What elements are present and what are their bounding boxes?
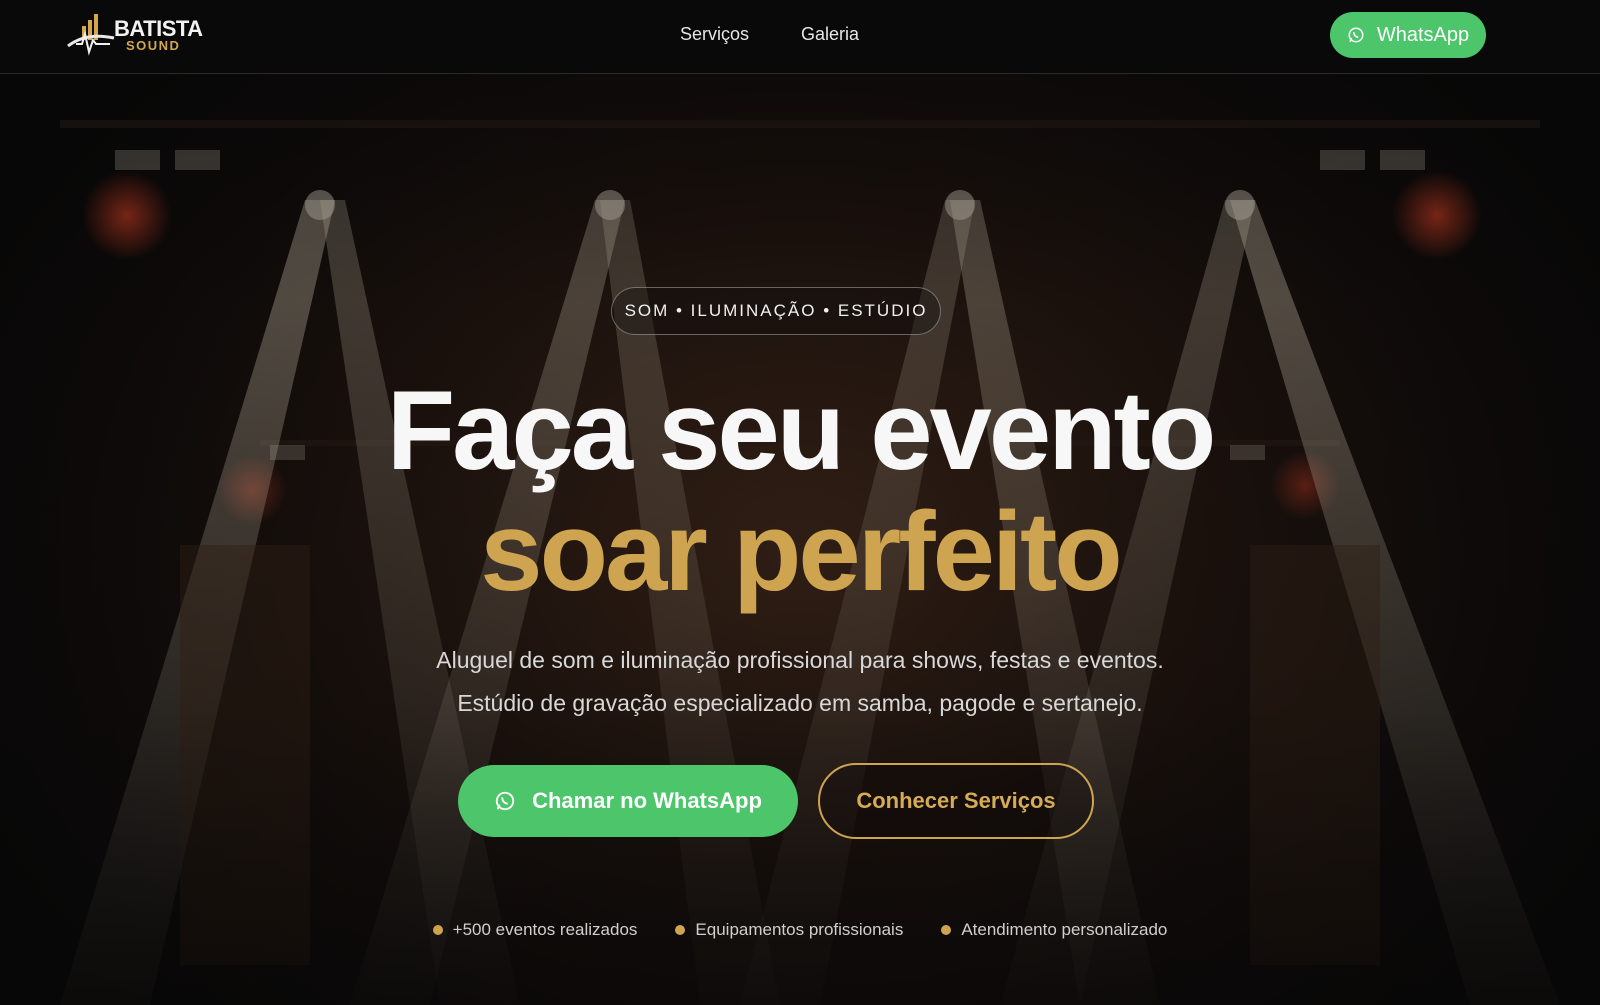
hero-title-line1: Faça seu evento bbox=[386, 368, 1217, 493]
stat-label: Atendimento personalizado bbox=[961, 920, 1168, 939]
hero-title-line2: soar perfeito bbox=[480, 489, 1122, 614]
stat-item: Equipamentos profissionais bbox=[675, 920, 903, 940]
equalizer-logo-icon bbox=[67, 14, 115, 56]
hero-stats-row: +500 eventos realizados Equipamentos pro… bbox=[0, 920, 1600, 940]
stat-label: +500 eventos realizados bbox=[452, 920, 638, 939]
whatsapp-icon bbox=[495, 791, 515, 811]
bullet-dot-icon bbox=[675, 925, 686, 935]
hero-subtitle-line1: Aluguel de som e iluminação profissional… bbox=[436, 647, 1164, 673]
header-whatsapp-label: WhatsApp bbox=[1376, 23, 1470, 46]
chamar-whatsapp-button[interactable]: Chamar no WhatsApp bbox=[458, 765, 798, 837]
bullet-dot-icon bbox=[941, 925, 952, 935]
conhecer-servicos-label: Conhecer Serviços bbox=[856, 788, 1056, 813]
top-navbar: BATISTA SOUND Serviços Galeria WhatsApp bbox=[0, 0, 1600, 74]
bullet-dot-icon bbox=[432, 925, 443, 935]
main-nav: Serviços Galeria bbox=[680, 24, 859, 45]
logo-subwordmark: SOUND bbox=[126, 38, 181, 53]
chamar-whatsapp-label: Chamar no WhatsApp bbox=[532, 788, 762, 813]
nav-link-servicos[interactable]: Serviços bbox=[680, 24, 749, 45]
stat-item: +500 eventos realizados bbox=[432, 920, 638, 940]
hero-subtitle-line2: Estúdio de gravação especializado em sam… bbox=[457, 690, 1143, 716]
whatsapp-icon bbox=[1348, 27, 1364, 43]
nav-link-galeria[interactable]: Galeria bbox=[801, 24, 859, 45]
header-whatsapp-button[interactable]: WhatsApp bbox=[1330, 12, 1486, 58]
stat-label: Equipamentos profissionais bbox=[695, 920, 904, 939]
hero-tagline-badge: SOM • ILUMINAÇÃO • ESTÚDIO bbox=[611, 287, 941, 335]
stat-item: Atendimento personalizado bbox=[941, 920, 1167, 940]
conhecer-servicos-button[interactable]: Conhecer Serviços bbox=[818, 763, 1094, 839]
batista-sound-logo[interactable]: BATISTA SOUND bbox=[66, 12, 216, 56]
